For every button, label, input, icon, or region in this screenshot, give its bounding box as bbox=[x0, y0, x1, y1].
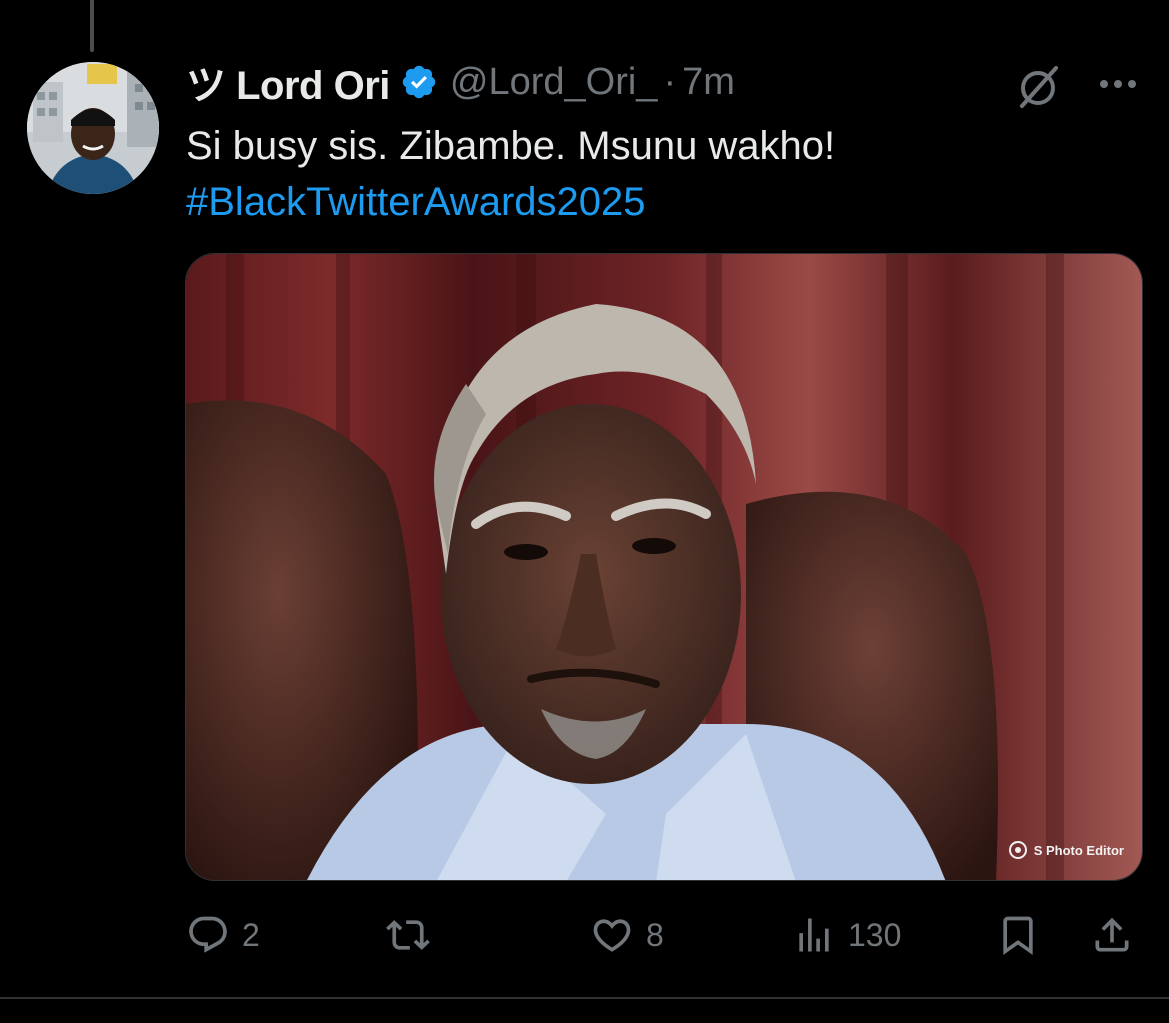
reply-button[interactable]: 2 bbox=[186, 912, 260, 958]
grok-icon[interactable] bbox=[1012, 60, 1064, 112]
tweet-text: Si busy sis. Zibambe. Msunu wakho! #Blac… bbox=[186, 118, 1126, 230]
retweet-button[interactable] bbox=[386, 912, 442, 958]
hashtag-link[interactable]: #BlackTwitterAwards2025 bbox=[186, 174, 1126, 230]
avatar[interactable] bbox=[27, 62, 159, 194]
views-chart-icon bbox=[799, 918, 829, 952]
separator-dot: · bbox=[663, 60, 677, 103]
tweet[interactable]: ツ Lord Ori @Lord_Ori_ · 7m Si busy sis. … bbox=[0, 0, 1169, 1023]
heart-icon bbox=[593, 919, 631, 952]
share-icon bbox=[1095, 917, 1129, 952]
tweet-text-line: Si busy sis. Zibambe. Msunu wakho! bbox=[186, 124, 836, 168]
timestamp[interactable]: 7m bbox=[682, 61, 735, 104]
bookmark-icon bbox=[1003, 916, 1033, 956]
watermark-text: S Photo Editor bbox=[1033, 842, 1124, 858]
tweet-header: ツ Lord Ori @Lord_Ori_ · 7m bbox=[186, 53, 735, 111]
display-name[interactable]: ツ Lord Ori bbox=[186, 53, 390, 111]
tweet-photo[interactable]: S Photo Editor bbox=[185, 253, 1143, 881]
photo-watermark: S Photo Editor bbox=[1008, 840, 1124, 860]
like-count: 8 bbox=[646, 916, 664, 953]
views-count: 130 bbox=[848, 916, 902, 953]
bookmark-button[interactable] bbox=[996, 912, 1040, 958]
share-button[interactable] bbox=[1090, 912, 1134, 958]
more-dots-icon[interactable] bbox=[1094, 62, 1142, 106]
views-button[interactable]: 130 bbox=[792, 912, 901, 958]
camera-aperture-icon bbox=[1008, 841, 1027, 859]
handle[interactable]: @Lord_Ori_ bbox=[450, 61, 658, 104]
reply-icon bbox=[189, 916, 227, 953]
like-button[interactable]: 8 bbox=[590, 912, 664, 958]
reply-count: 2 bbox=[242, 916, 260, 953]
action-bar: 2 8 130 bbox=[0, 900, 1169, 970]
retweet-icon bbox=[386, 920, 430, 950]
tweet-divider bbox=[0, 997, 1169, 999]
verified-badge-icon bbox=[402, 65, 436, 99]
thread-connector-line bbox=[90, 0, 94, 52]
